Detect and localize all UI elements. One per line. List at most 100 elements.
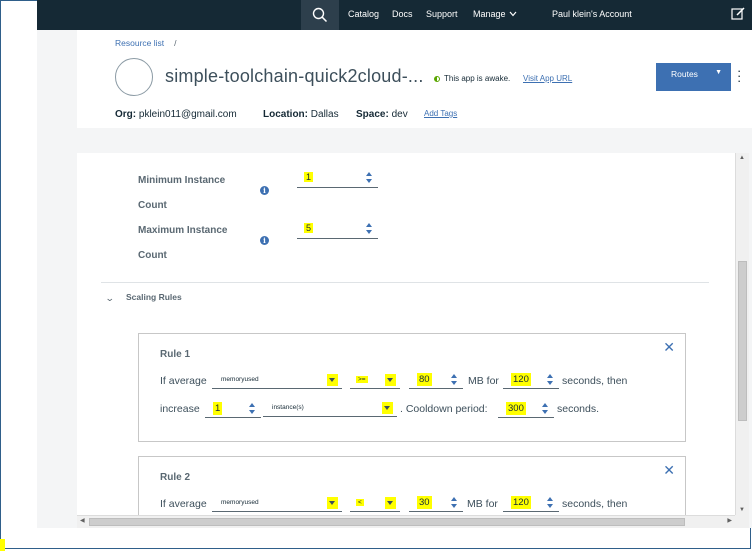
chevron-down-icon[interactable]: ⌄ (105, 293, 115, 304)
operator-select[interactable]: < (350, 495, 400, 512)
threshold-stepper[interactable]: 80 (409, 369, 463, 389)
add-tags-link[interactable]: Add Tags (424, 109, 457, 118)
chevron-down-icon (385, 374, 396, 386)
close-icon[interactable]: ✕ (663, 339, 675, 356)
scroll-right-icon[interactable]: ▶ (727, 517, 732, 524)
scaling-rules-heading[interactable]: Scaling Rules (126, 292, 182, 302)
duration-stepper[interactable]: 120 (503, 369, 559, 389)
rule-if-average-text: If average (160, 498, 207, 510)
rule-unit-text: MB for (467, 498, 498, 510)
rule-then-text: seconds, then (562, 498, 628, 510)
max-instance-label-line2: Count (138, 250, 167, 261)
max-instance-label-line1: Maximum Instance (138, 225, 228, 236)
chevron-down-icon (327, 497, 338, 509)
vertical-scrollbar[interactable]: ▲ ▼ (735, 153, 749, 515)
nav-docs[interactable]: Docs (392, 9, 413, 19)
stepper-arrows-icon[interactable] (366, 223, 373, 234)
horizontal-scroll-thumb[interactable] (89, 518, 685, 526)
nav-support[interactable]: Support (426, 9, 458, 19)
space-label: Space: (356, 109, 389, 120)
stepper-arrows-icon[interactable] (451, 497, 458, 508)
metric-select[interactable]: memoryused (212, 372, 342, 389)
threshold-stepper[interactable]: 30 (409, 492, 463, 512)
app-status-text: This app is awake. (444, 74, 511, 83)
vertical-scroll-thumb[interactable] (738, 261, 747, 421)
threshold-value: 30 (417, 496, 432, 509)
account-switcher[interactable]: Paul klein's Account (552, 9, 632, 19)
overflow-menu-icon[interactable]: · · · (737, 64, 741, 87)
status-dot-icon (434, 76, 440, 82)
min-instance-label-line1: Minimum Instance (138, 175, 226, 186)
chevron-down-icon (385, 497, 396, 509)
search-icon (312, 7, 328, 23)
duration-value: 120 (511, 496, 531, 509)
operator-select-value: >= (356, 376, 368, 383)
chevron-down-icon (382, 402, 393, 414)
stepper-arrows-icon[interactable] (547, 374, 554, 385)
rule-card: Rule 2 ✕ If average memoryused < 30 MB f… (138, 456, 686, 515)
duration-stepper[interactable]: 120 (503, 492, 559, 512)
min-instance-value: 1 (304, 172, 314, 182)
min-instance-label-line2: Count (138, 200, 167, 211)
chevron-down-icon (327, 374, 338, 386)
edit-icon[interactable] (731, 7, 745, 21)
threshold-value: 80 (417, 373, 432, 386)
min-instance-stepper[interactable]: 1 (297, 168, 378, 188)
scroll-up-icon[interactable]: ▲ (739, 155, 745, 161)
rule-action-text: increase (160, 403, 200, 415)
app-title: simple-toolchain-quick2cloud-... (165, 66, 424, 86)
routes-button-label: Routes (671, 69, 698, 79)
search-button[interactable] (301, 0, 339, 32)
section-divider (101, 282, 709, 283)
stepper-arrows-icon[interactable] (249, 403, 256, 414)
rule-if-average-text: If average (160, 375, 207, 387)
nav-catalog[interactable]: Catalog (348, 9, 379, 19)
app-avatar (115, 58, 153, 96)
highlight-marker (0, 539, 5, 551)
rule-title: Rule 2 (160, 472, 191, 483)
location-label: Location: (263, 109, 308, 120)
step-stepper[interactable]: 1 (205, 398, 261, 418)
rule-unit-text: MB for (468, 375, 499, 387)
close-icon[interactable]: ✕ (663, 462, 675, 479)
rule-card: Rule 1 ✕ If average memoryused >= 80 MB … (138, 333, 686, 442)
location-info: Location: Dallas (263, 109, 339, 120)
stepper-arrows-icon[interactable] (366, 172, 373, 183)
rule-cooldown-text: . Cooldown period: (400, 403, 488, 415)
nav-manage[interactable]: Manage (473, 9, 506, 19)
metric-select-value: memoryused (221, 376, 259, 383)
horizontal-scrollbar[interactable]: ◀ ▶ (77, 515, 735, 528)
rule-then-text: seconds, then (562, 375, 628, 387)
visit-app-url-link[interactable]: Visit App URL (523, 74, 572, 83)
scroll-left-icon[interactable]: ◀ (80, 517, 85, 524)
info-icon[interactable]: i (260, 236, 269, 245)
org-value: pklein011@gmail.com (138, 109, 237, 120)
operator-select-value: < (356, 499, 364, 506)
stepper-arrows-icon[interactable] (542, 403, 549, 414)
rule-seconds-text: seconds. (557, 403, 600, 415)
scrollbar-corner (735, 515, 749, 528)
scroll-down-icon[interactable]: ▼ (739, 507, 745, 513)
chevron-down-icon[interactable] (509, 11, 517, 17)
routes-button[interactable]: Routes ▼ (656, 63, 731, 91)
org-info: Org: pklein011@gmail.com (115, 109, 237, 120)
org-label: Org: (115, 109, 137, 120)
stepper-arrows-icon[interactable] (451, 374, 458, 385)
stepper-arrows-icon[interactable] (547, 497, 554, 508)
cooldown-value: 300 (506, 402, 526, 415)
space-value: dev (391, 109, 408, 120)
max-instance-stepper[interactable]: 5 (297, 219, 378, 239)
caret-down-icon[interactable]: ▼ (715, 69, 722, 76)
info-icon[interactable]: i (260, 186, 269, 195)
metric-select[interactable]: memoryused (212, 495, 342, 512)
max-instance-value: 5 (304, 223, 314, 233)
cooldown-stepper[interactable]: 300 (498, 398, 554, 418)
operator-select[interactable]: >= (350, 372, 400, 389)
metric-select-value: memoryused (221, 499, 259, 506)
step-unit-select[interactable]: instance(s) (263, 400, 397, 417)
breadcrumb-separator: / (174, 38, 177, 48)
location-value: Dallas (310, 109, 339, 120)
breadcrumb-resource-list[interactable]: Resource list (115, 38, 164, 48)
step-unit-value: instance(s) (272, 404, 304, 411)
top-nav-bar: Catalog Docs Support Manage Paul klein's… (37, 0, 752, 32)
